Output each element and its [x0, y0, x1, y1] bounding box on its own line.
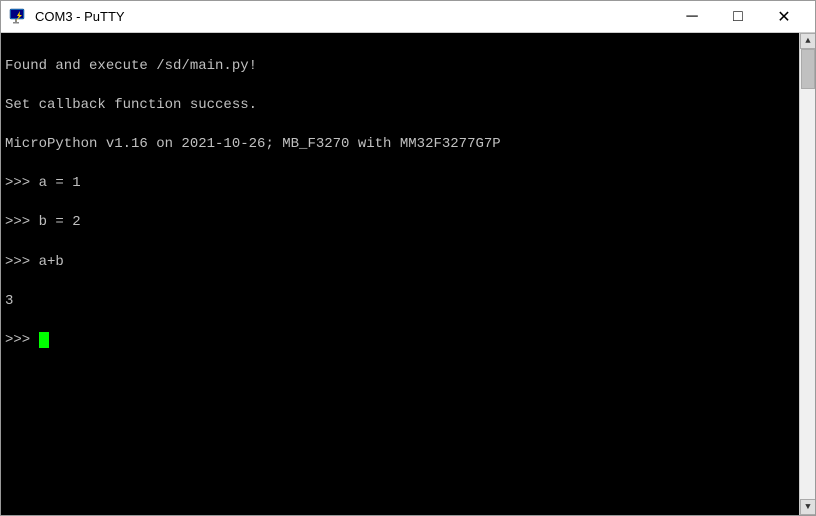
terminal-line-6: >>> a+b — [5, 253, 795, 273]
terminal-output[interactable]: Found and execute /sd/main.py! Set callb… — [1, 33, 799, 515]
minimize-button[interactable]: ─ — [669, 1, 715, 33]
scrollbar-track[interactable] — [800, 49, 815, 499]
terminal-line-2: Set callback function success. — [5, 96, 795, 116]
app-icon — [9, 7, 29, 27]
terminal-line-3: MicroPython v1.16 on 2021-10-26; MB_F327… — [5, 135, 795, 155]
maximize-button[interactable]: □ — [715, 1, 761, 33]
terminal-container: Found and execute /sd/main.py! Set callb… — [1, 33, 815, 515]
terminal-line-5: >>> b = 2 — [5, 213, 795, 233]
terminal-line-8: >>> — [5, 331, 795, 351]
terminal-line-4: >>> a = 1 — [5, 174, 795, 194]
terminal-line-1: Found and execute /sd/main.py! — [5, 57, 795, 77]
window-title: COM3 - PuTTY — [35, 9, 669, 24]
title-bar: COM3 - PuTTY ─ □ ✕ — [1, 1, 815, 33]
scroll-up-arrow[interactable]: ▲ — [800, 33, 815, 49]
window-controls: ─ □ ✕ — [669, 1, 807, 33]
scroll-down-arrow[interactable]: ▼ — [800, 499, 815, 515]
terminal-cursor — [39, 332, 49, 348]
vertical-scrollbar[interactable]: ▲ ▼ — [799, 33, 815, 515]
terminal-line-7: 3 — [5, 292, 795, 312]
scrollbar-thumb[interactable] — [801, 49, 815, 89]
window: COM3 - PuTTY ─ □ ✕ Found and execute /sd… — [0, 0, 816, 516]
close-button[interactable]: ✕ — [761, 1, 807, 33]
